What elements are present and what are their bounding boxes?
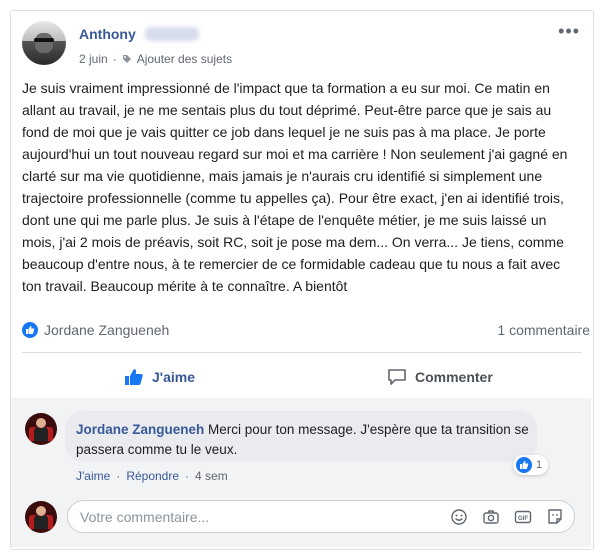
comments-count[interactable]: 1 commentaire [497,322,590,338]
comment-like-link[interactable]: J'aime [76,469,110,483]
comment-reply-link[interactable]: Répondre [126,469,179,483]
commenter-name[interactable]: Jordane Zangueneh [76,422,204,437]
emoji-icon[interactable] [450,508,468,526]
comment-reactions[interactable]: 1 [513,455,549,475]
author-avatar[interactable] [22,21,66,65]
comment-actions-separator-2: · [185,469,190,483]
comment-button[interactable]: Commenter [387,368,493,386]
comment-label: Commenter [415,369,493,385]
svg-text:GIF: GIF [518,516,528,522]
add-topics-link[interactable]: Ajouter des sujets [137,52,232,66]
blurred-surname [145,27,199,41]
camera-icon[interactable] [482,508,500,526]
reactions-summary[interactable]: Jordane Zangueneh [22,322,169,338]
reactor-name: Jordane Zangueneh [44,322,170,338]
comment-input[interactable] [78,508,422,526]
gif-icon[interactable]: GIF [514,508,532,526]
comment-time[interactable]: 4 sem [195,469,228,483]
post-meta: 2 juin · Ajouter des sujets [79,52,232,66]
comment-actions: J'aime · Répondre · 4 sem [76,469,228,483]
comment-reaction-count: 1 [536,459,543,471]
more-options-icon[interactable]: ••• [558,22,580,40]
divider [22,352,582,353]
commenter-avatar[interactable] [25,413,57,445]
comment-composer[interactable]: GIF [67,500,575,533]
comment-icon [388,369,406,385]
sticker-icon[interactable] [546,508,564,526]
tag-icon [122,55,131,63]
comment-like-icon [516,457,532,473]
like-reaction-icon [22,322,38,338]
thumbs-up-icon [125,369,143,385]
author-name[interactable]: Anthony [79,26,136,42]
comment-actions-separator: · [116,469,121,483]
composer-avatar [25,501,57,533]
post-text: Je suis vraiment impressionné de l'impac… [22,80,568,294]
comment-text-block: Jordane Zangueneh Merci pour ton message… [76,420,531,460]
like-button[interactable]: J'aime [124,368,195,386]
post-date[interactable]: 2 juin [79,52,108,66]
like-label: J'aime [152,369,196,385]
meta-separator: · [112,52,117,66]
